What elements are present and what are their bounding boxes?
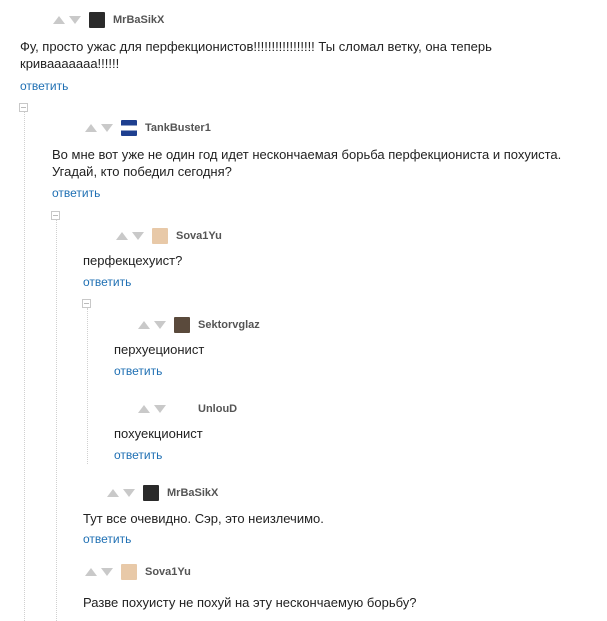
reply-link[interactable]: ответить <box>83 532 131 546</box>
avatar[interactable] <box>143 485 159 501</box>
username[interactable]: MrBaSikX <box>113 14 164 26</box>
thread-line <box>24 112 25 621</box>
downvote-icon[interactable] <box>123 489 135 497</box>
reply-link[interactable]: ответить <box>114 448 162 462</box>
comment-header: UnlouD <box>138 400 237 418</box>
downvote-icon[interactable] <box>69 16 81 24</box>
comment-header: TankBuster1 <box>85 119 211 137</box>
avatar <box>174 401 190 417</box>
comment-text: похуекционист <box>114 426 203 441</box>
avatar[interactable] <box>89 12 105 28</box>
upvote-icon[interactable] <box>138 321 150 329</box>
username[interactable]: TankBuster1 <box>145 122 211 134</box>
reply-link[interactable]: ответить <box>83 275 131 289</box>
upvote-icon[interactable] <box>138 405 150 413</box>
downvote-icon[interactable] <box>132 232 144 240</box>
downvote-icon[interactable] <box>101 568 113 576</box>
avatar[interactable] <box>121 564 137 580</box>
comment-header: MrBaSikX <box>53 11 164 29</box>
comment-text: Во мне вот уже не один год идет несконча… <box>52 147 562 179</box>
comment-header: Sova1Yu <box>116 227 222 245</box>
reply-link[interactable]: ответить <box>52 186 100 200</box>
comment-text: перфекцехуист? <box>83 253 183 268</box>
username[interactable]: UnlouD <box>198 403 237 415</box>
avatar[interactable] <box>152 228 168 244</box>
upvote-icon[interactable] <box>85 568 97 576</box>
username[interactable]: Sova1Yu <box>145 566 191 578</box>
comment-text: перхуеционист <box>114 342 205 357</box>
comment-header: Sova1Yu <box>85 563 191 581</box>
comment-header: Sektorvglaz <box>138 316 260 334</box>
upvote-icon[interactable] <box>85 124 97 132</box>
reply-link[interactable]: ответить <box>20 79 68 93</box>
upvote-icon[interactable] <box>116 232 128 240</box>
downvote-icon[interactable] <box>154 405 166 413</box>
comment-header: MrBaSikX <box>107 484 218 502</box>
upvote-icon[interactable] <box>107 489 119 497</box>
avatar[interactable] <box>174 317 190 333</box>
username[interactable]: Sova1Yu <box>176 230 222 242</box>
comment-text: Разве похуисту не похуй на эту нескончае… <box>83 595 417 610</box>
reply-link[interactable]: ответить <box>114 364 162 378</box>
collapse-toggle[interactable] <box>19 103 28 112</box>
avatar[interactable] <box>121 120 137 136</box>
thread-line <box>56 220 57 621</box>
downvote-icon[interactable] <box>154 321 166 329</box>
thread-line <box>87 308 88 464</box>
username[interactable]: Sektorvglaz <box>198 319 260 331</box>
comment-text: Фу, просто ужас для перфекционистов!!!!!… <box>20 39 492 71</box>
downvote-icon[interactable] <box>101 124 113 132</box>
upvote-icon[interactable] <box>53 16 65 24</box>
collapse-toggle[interactable] <box>51 211 60 220</box>
comment-text: Тут все очевидно. Сэр, это неизлечимо. <box>83 511 324 526</box>
username[interactable]: MrBaSikX <box>167 487 218 499</box>
collapse-toggle[interactable] <box>82 299 91 308</box>
